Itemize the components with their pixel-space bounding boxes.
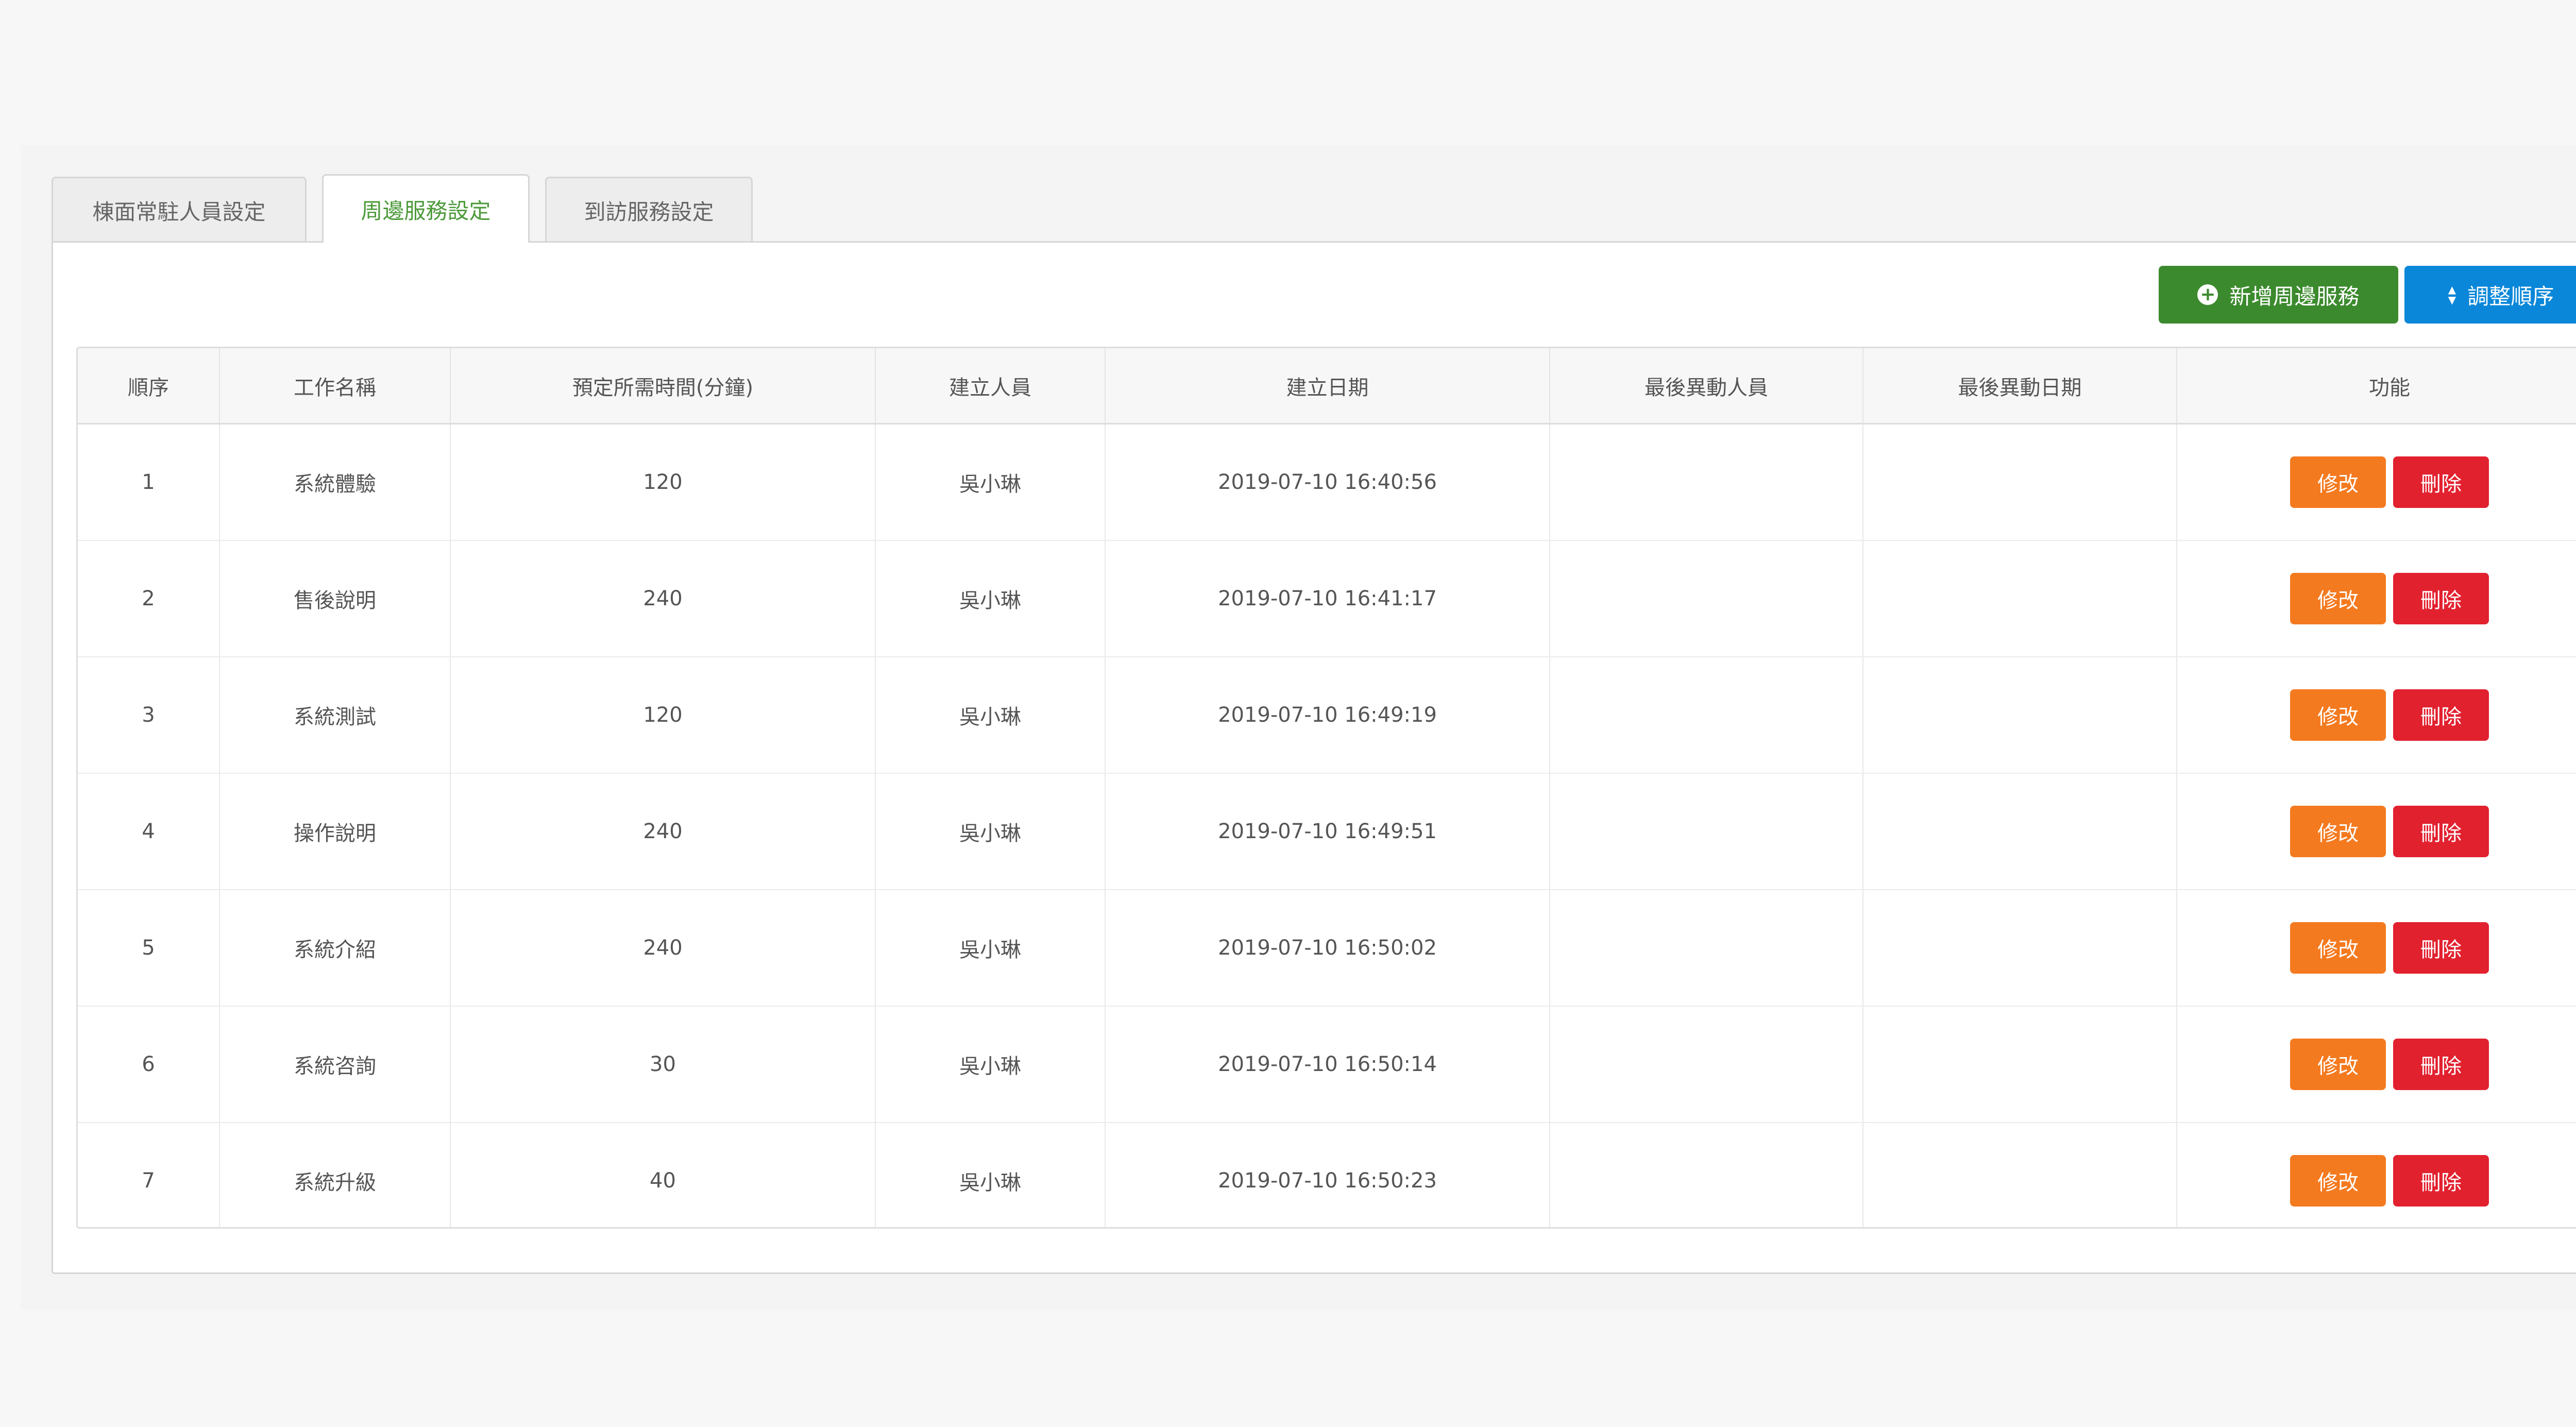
plus-circle-icon: + [2197, 284, 2218, 305]
delete-button[interactable]: 刪除 [2393, 689, 2489, 741]
cell-order: 2 [78, 540, 220, 657]
cell-minutes: 240 [450, 890, 876, 1007]
cell-modified [1863, 1006, 2177, 1123]
column-header-modified: 最後異動日期 [1863, 348, 2177, 424]
table-row: 7 系統升級 40 吳小琳 2019-07-10 16:50:23 修改 刪除 [78, 1123, 2576, 1227]
table-header-row: 順序 工作名稱 預定所需時間(分鐘) 建立人員 建立日期 最後異動人員 最後異動… [78, 348, 2576, 424]
cell-minutes: 120 [450, 657, 876, 774]
delete-button[interactable]: 刪除 [2393, 1155, 2489, 1207]
cell-minutes: 120 [450, 423, 876, 541]
cell-modifier [1550, 890, 1863, 1007]
cell-name: 售後說明 [219, 540, 451, 657]
cell-modified [1863, 657, 2177, 774]
edit-button[interactable]: 修改 [2290, 1155, 2386, 1207]
cell-modifier [1550, 1123, 1863, 1227]
cell-modified [1863, 1123, 2177, 1227]
tab-visit-services-settings[interactable]: 到訪服務設定 [545, 177, 753, 243]
cell-created: 2019-07-10 16:49:51 [1105, 773, 1550, 890]
cell-order: 7 [78, 1123, 220, 1227]
cell-modifier [1550, 423, 1863, 541]
cell-name: 操作說明 [219, 773, 451, 890]
cell-order: 5 [78, 890, 220, 1007]
cell-creator: 吳小琳 [875, 890, 1106, 1007]
adjust-order-button[interactable]: ▲ ▼ 調整順序 [2404, 266, 2576, 324]
cell-created: 2019-07-10 16:50:23 [1105, 1123, 1550, 1227]
cell-minutes: 240 [450, 773, 876, 890]
delete-button[interactable]: 刪除 [2393, 806, 2489, 857]
cell-creator: 吳小琳 [875, 773, 1106, 890]
column-header-order: 順序 [78, 348, 220, 424]
delete-button[interactable]: 刪除 [2393, 456, 2489, 508]
cell-actions: 修改 刪除 [2177, 540, 2576, 657]
column-header-creator: 建立人員 [875, 348, 1106, 424]
add-nearby-service-button[interactable]: + 新增周邊服務 [2159, 266, 2398, 324]
cell-minutes: 40 [450, 1123, 876, 1227]
table-row: 5 系統介紹 240 吳小琳 2019-07-10 16:50:02 修改 刪除 [78, 890, 2576, 1007]
cell-created: 2019-07-10 16:50:14 [1105, 1006, 1550, 1123]
cell-modified [1863, 423, 2177, 541]
cell-created: 2019-07-10 16:50:02 [1105, 890, 1550, 1007]
sort-icon: ▲ ▼ [2448, 283, 2456, 306]
edit-button[interactable]: 修改 [2290, 1039, 2386, 1090]
cell-order: 4 [78, 773, 220, 890]
tab-nearby-services-settings[interactable]: 周邊服務設定 [322, 174, 530, 243]
adjust-order-label: 調整順序 [2467, 283, 2554, 309]
cell-actions: 修改 刪除 [2177, 423, 2576, 541]
services-table: 順序 工作名稱 預定所需時間(分鐘) 建立人員 建立日期 最後異動人員 最後異動… [76, 347, 2576, 1229]
cell-name: 系統測試 [219, 657, 451, 774]
cell-creator: 吳小琳 [875, 540, 1106, 657]
delete-button[interactable]: 刪除 [2393, 1039, 2489, 1090]
edit-button[interactable]: 修改 [2290, 922, 2386, 974]
tab-resident-staff-settings[interactable]: 棟面常駐人員設定 [52, 177, 307, 243]
cell-actions: 修改 刪除 [2177, 773, 2576, 890]
cell-name: 系統體驗 [219, 423, 451, 541]
cell-modified [1863, 773, 2177, 890]
cell-creator: 吳小琳 [875, 1123, 1106, 1227]
cell-actions: 修改 刪除 [2177, 1006, 2576, 1123]
edit-button[interactable]: 修改 [2290, 456, 2386, 508]
column-header-created: 建立日期 [1105, 348, 1550, 424]
cell-modifier [1550, 1006, 1863, 1123]
edit-button[interactable]: 修改 [2290, 689, 2386, 741]
column-header-name: 工作名稱 [219, 348, 451, 424]
cell-order: 6 [78, 1006, 220, 1123]
table-row: 1 系統體驗 120 吳小琳 2019-07-10 16:40:56 修改 刪除 [78, 423, 2576, 541]
cell-actions: 修改 刪除 [2177, 890, 2576, 1007]
cell-order: 3 [78, 657, 220, 774]
cell-modifier [1550, 773, 1863, 890]
cell-modifier [1550, 657, 1863, 774]
services-card: + 新增周邊服務 ▲ ▼ 調整順序 順序 工作名稱 預定所需時間(分鐘) 建立人員… [52, 241, 2576, 1274]
cell-name: 系統介紹 [219, 890, 451, 1007]
settings-tabs: 棟面常駐人員設定 周邊服務設定 到訪服務設定 [52, 174, 753, 243]
cell-minutes: 240 [450, 540, 876, 657]
table-row: 6 系統咨詢 30 吳小琳 2019-07-10 16:50:14 修改 刪除 [78, 1006, 2576, 1123]
toolbar: + 新增周邊服務 ▲ ▼ 調整順序 [2159, 266, 2576, 324]
column-header-modifier: 最後異動人員 [1550, 348, 1863, 424]
delete-button[interactable]: 刪除 [2393, 573, 2489, 624]
cell-created: 2019-07-10 16:41:17 [1105, 540, 1550, 657]
add-nearby-service-label: 新增周邊服務 [2229, 283, 2360, 309]
cell-actions: 修改 刪除 [2177, 657, 2576, 774]
cell-name: 系統升級 [219, 1123, 451, 1227]
cell-minutes: 30 [450, 1006, 876, 1123]
cell-actions: 修改 刪除 [2177, 1123, 2576, 1227]
cell-modified [1863, 540, 2177, 657]
cell-name: 系統咨詢 [219, 1006, 451, 1123]
cell-created: 2019-07-10 16:49:19 [1105, 657, 1550, 774]
column-header-minutes: 預定所需時間(分鐘) [450, 348, 876, 424]
table-row: 2 售後說明 240 吳小琳 2019-07-10 16:41:17 修改 刪除 [78, 540, 2576, 657]
edit-button[interactable]: 修改 [2290, 573, 2386, 624]
cell-order: 1 [78, 423, 220, 541]
cell-creator: 吳小琳 [875, 1006, 1106, 1123]
table-row: 4 操作說明 240 吳小琳 2019-07-10 16:49:51 修改 刪除 [78, 773, 2576, 890]
cell-creator: 吳小琳 [875, 423, 1106, 541]
edit-button[interactable]: 修改 [2290, 806, 2386, 857]
table-row: 3 系統測試 120 吳小琳 2019-07-10 16:49:19 修改 刪除 [78, 657, 2576, 774]
cell-modifier [1550, 540, 1863, 657]
delete-button[interactable]: 刪除 [2393, 922, 2489, 974]
cell-creator: 吳小琳 [875, 657, 1106, 774]
cell-created: 2019-07-10 16:40:56 [1105, 423, 1550, 541]
cell-modified [1863, 890, 2177, 1007]
column-header-actions: 功能 [2177, 348, 2576, 424]
